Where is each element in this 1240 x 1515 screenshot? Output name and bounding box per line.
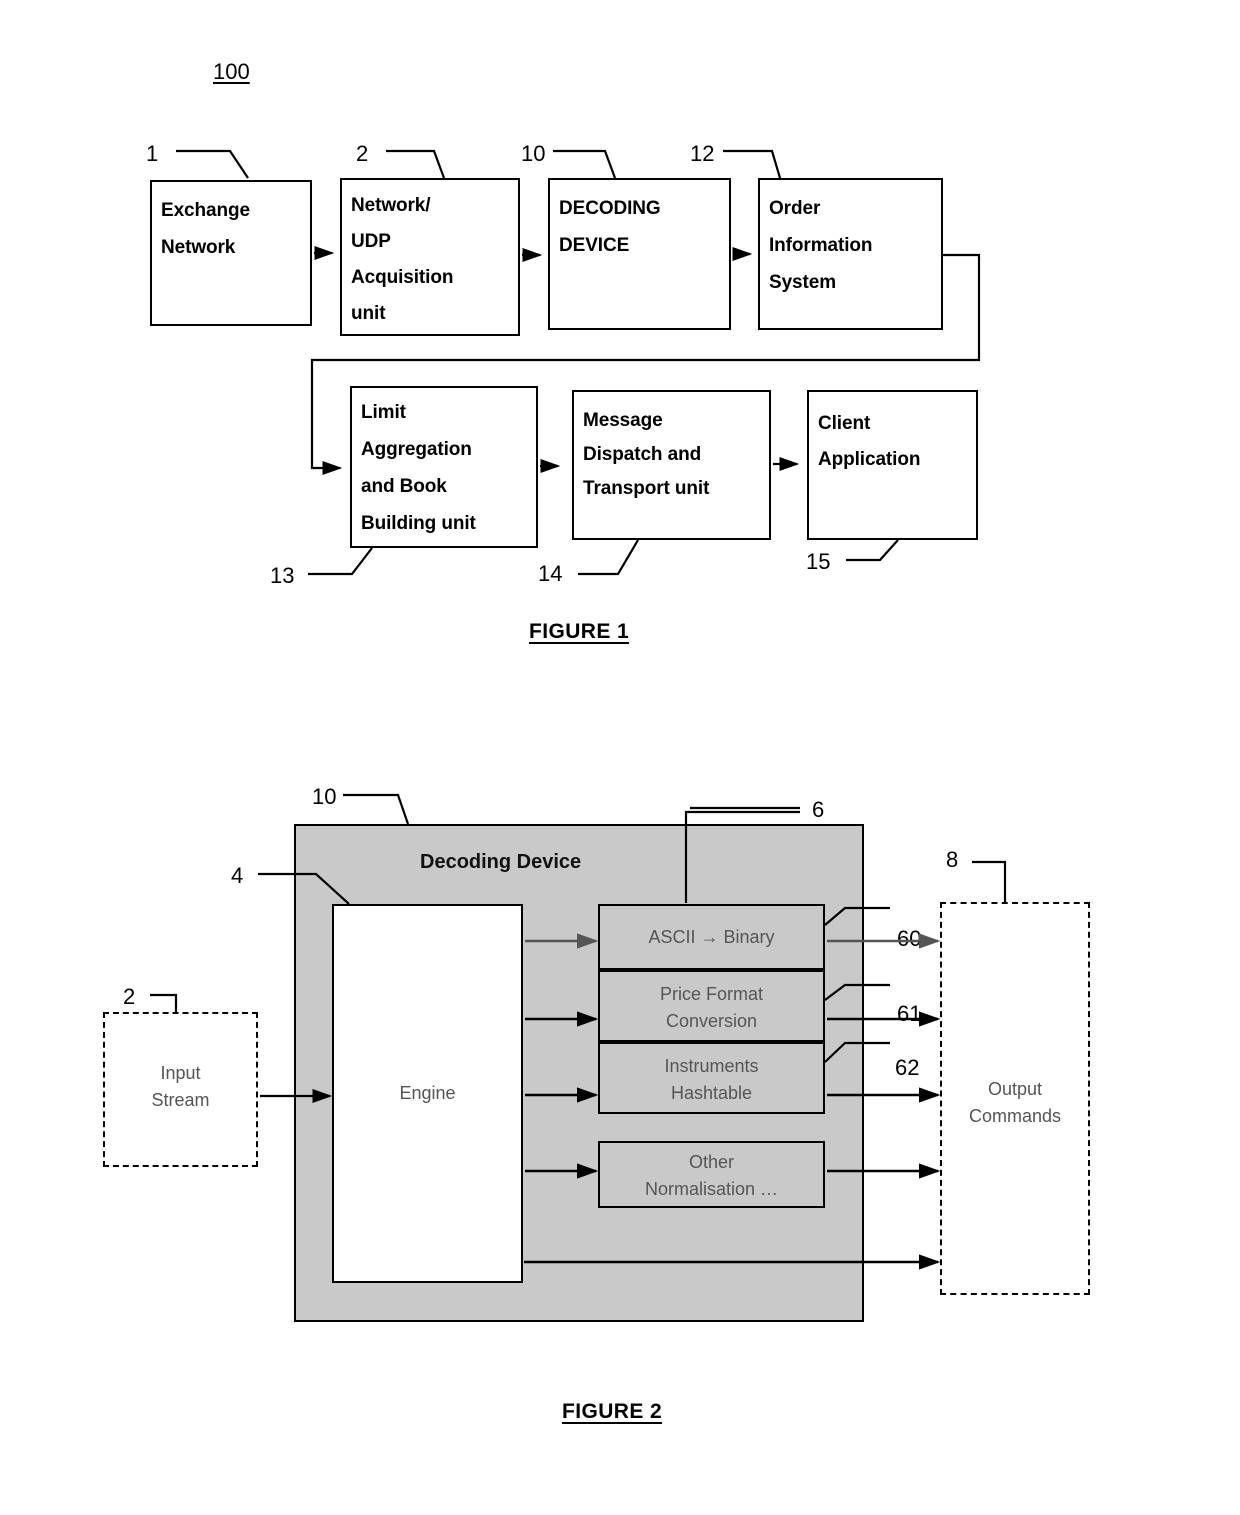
figure1-box-decoding-device-label: DECODING DEVICE — [559, 198, 661, 256]
figure1-ref-1: 1 — [146, 141, 159, 166]
figure1-box-network-udp-acquisition-unit: Network/ UDP Acquisition unit — [340, 178, 520, 336]
figure1-box-decoding-device: DECODING DEVICE — [548, 178, 731, 330]
figure2-output-commands-box: Output Commands — [940, 902, 1090, 1295]
figure2-ref-6: 6 — [812, 797, 825, 822]
leader-2 — [386, 149, 446, 179]
figure1-ref-13: 13 — [270, 563, 295, 588]
figure2-module-ascii-to-binary: ASCII → Binary — [598, 904, 825, 970]
figure2-decoding-device-title: Decoding Device — [420, 851, 582, 873]
figure1-box-client-application: Client Application — [807, 390, 978, 540]
figure1-box-limit-aggregation-and-book-building-unit: Limit Aggregation and Book Building unit — [350, 386, 538, 548]
figure2-module-price-format-conversion: Price Format Conversion — [598, 970, 825, 1042]
figure1-ref-14: 14 — [538, 561, 563, 586]
figure1-ref-15: 15 — [806, 549, 831, 574]
figure1-box-message-dispatch-and-transport-unit-label: Message Dispatch and Transport unit — [583, 410, 710, 499]
leader-fig2-8 — [972, 860, 1007, 902]
leader-1 — [176, 149, 249, 179]
figure1-box-limit-aggregation-and-book-building-unit-label: Limit Aggregation and Book Building unit — [361, 402, 476, 534]
figure1-box-order-information-system-label: Order Information System — [769, 198, 873, 293]
figure1-box-message-dispatch-and-transport-unit: Message Dispatch and Transport unit — [572, 390, 771, 540]
figure2-module-other-normalisation: Other Normalisation … — [598, 1141, 825, 1208]
figure2-ref-10: 10 — [312, 784, 337, 809]
figure1-box-client-application-label: Client Application — [818, 413, 921, 470]
figure2-module-instruments-hashtable: Instruments Hashtable — [598, 1042, 825, 1114]
figure1-box-exchange-network: Exchange Network — [150, 180, 312, 326]
figure1-box-network-udp-acquisition-unit-label: Network/ UDP Acquisition unit — [351, 195, 454, 324]
figure2-caption: FIGURE 2 — [562, 1400, 663, 1423]
leader-15 — [846, 539, 899, 562]
leader-12 — [723, 149, 782, 179]
figure2-input-stream-box: Input Stream — [103, 1012, 258, 1167]
patent-figure-sheet: 100 Exchange Network 1 Network/ UDP Acqu… — [0, 0, 1240, 1515]
figure1-ref-10: 10 — [521, 141, 546, 166]
figure2-ref-8: 8 — [946, 847, 959, 872]
figure2-engine-box: Engine — [332, 904, 523, 1283]
figure2-module-price-format-conversion-label: Price Format Conversion — [659, 984, 764, 1031]
figure2-module-ascii-to-binary-label: ASCII → Binary — [648, 927, 775, 947]
figure2-ref-2: 2 — [123, 984, 136, 1009]
figure1-caption: FIGURE 1 — [529, 620, 630, 643]
figure2-output-commands-label: Output Commands — [968, 1079, 1062, 1126]
leader-10 — [553, 149, 617, 179]
figure1-box-order-information-system: Order Information System — [758, 178, 943, 330]
figure2-ref-60: 60 — [897, 926, 922, 951]
leader-14 — [578, 539, 639, 576]
sheet-reference-100: 100 — [213, 59, 250, 84]
figure2-ref-61: 61 — [897, 1001, 922, 1026]
leader-fig2-10 — [343, 793, 410, 825]
figure2-engine-label: Engine — [399, 1083, 456, 1103]
figure1-ref-12: 12 — [690, 141, 715, 166]
figure1-box-exchange-network-label: Exchange Network — [161, 200, 250, 258]
figure2-input-stream-label: Input Stream — [151, 1063, 210, 1110]
leader-fig2-2 — [150, 993, 178, 1012]
figure1-ref-2: 2 — [356, 141, 369, 166]
figure2-ref-4: 4 — [231, 863, 244, 888]
figure2-module-other-normalisation-label: Other Normalisation … — [644, 1152, 779, 1199]
figure2-module-instruments-hashtable-label: Instruments Hashtable — [664, 1056, 759, 1103]
figure2-ref-62: 62 — [895, 1055, 920, 1080]
leader-13 — [308, 547, 373, 576]
